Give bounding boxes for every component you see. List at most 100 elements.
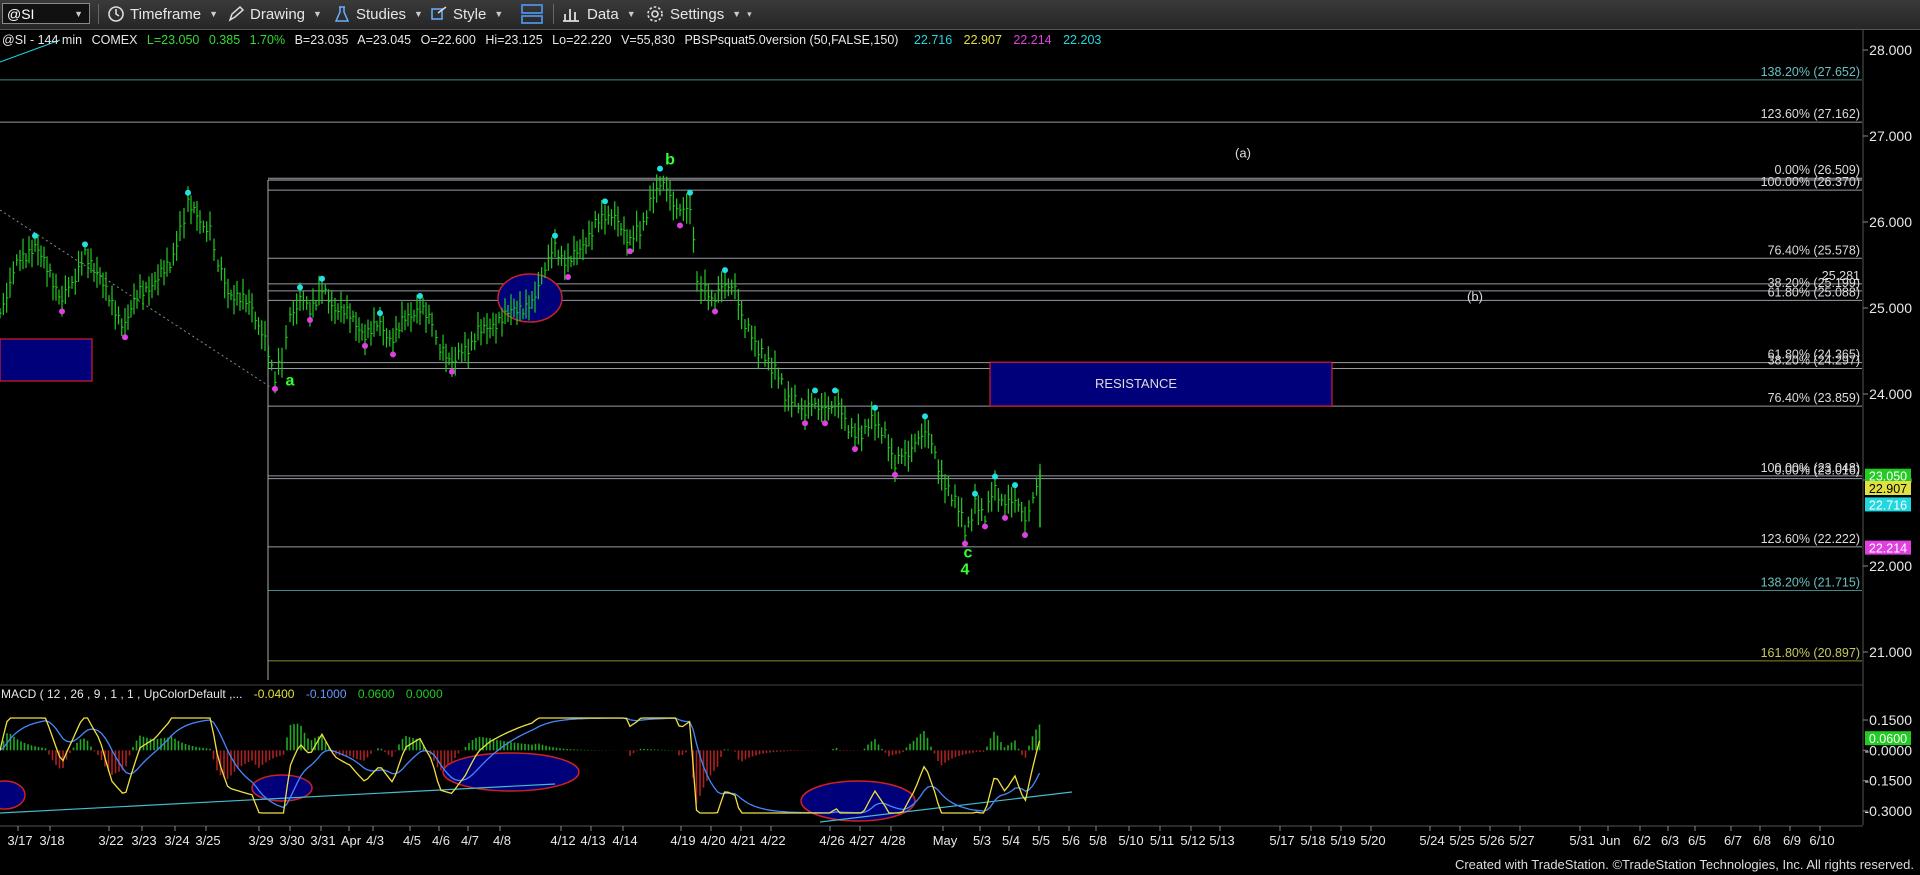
time-axis-label: 3/24: [164, 833, 189, 848]
symbol-value: @SI: [7, 6, 35, 22]
swing-low-dot: [307, 317, 313, 324]
timeframe-label: Timeframe: [130, 5, 202, 23]
fib-level-label: 61.80% (25.088): [1768, 285, 1860, 299]
time-axis-label: 4/6: [432, 833, 450, 848]
time-axis-label: 6/10: [1809, 833, 1834, 848]
clock-icon: [108, 6, 124, 22]
settings-button[interactable]: Settings ▼ ▾: [645, 3, 752, 25]
time-axis-label: 3/25: [195, 833, 220, 848]
macd-name: MACD ( 12 , 26 , 9 , 1 , 1 , UpColorDefa…: [1, 687, 242, 701]
chevron-down-icon: ▼: [732, 9, 742, 19]
time-axis-label: 4/14: [612, 833, 637, 848]
time-axis-label: 6/5: [1688, 833, 1706, 848]
fib-level-label: 76.40% (25.578): [1768, 243, 1860, 257]
price-axis-label: 28.000: [1869, 42, 1912, 58]
swing-low-dot: [59, 308, 65, 315]
support-zone-box: [0, 338, 93, 382]
price-axis-label: 25.000: [1869, 300, 1912, 316]
swing-high-dot: [657, 165, 663, 172]
chevron-down-icon: ▼: [209, 9, 219, 19]
bar-chart-icon: [563, 9, 579, 22]
legend-bid: B=23.035: [295, 33, 349, 47]
time-axis-label: 4/5: [403, 833, 421, 848]
legend-exchange: COMEX: [92, 33, 139, 47]
time-axis-label: 4/22: [760, 833, 785, 848]
symbol-input[interactable]: @SI ▼: [2, 3, 90, 24]
swing-low-dot: [1022, 532, 1028, 539]
swing-high-dot: [872, 404, 878, 411]
swing-high-dot: [972, 490, 978, 497]
swing-low-dot: [122, 334, 128, 341]
layout-icon: [521, 4, 543, 24]
time-axis-label: 5/31: [1569, 833, 1594, 848]
time-axis-label: 4/7: [461, 833, 479, 848]
swing-high-dot: [552, 232, 558, 239]
price-chart[interactable]: 138.20% (27.652) 123.60% (27.162) 0.00% (2…: [0, 30, 1920, 856]
time-axis-label: 6/9: [1783, 833, 1801, 848]
macd-badge-label: 0.0600: [1869, 732, 1907, 746]
chart-legend: @SI - 144 min COMEX L=23.050 0.385 1.70%…: [2, 33, 1101, 47]
timeframe-button[interactable]: Timeframe ▼: [107, 3, 218, 25]
swing-high-dot: [812, 387, 818, 394]
time-axis-label: May: [933, 833, 958, 848]
swing-low-dot: [449, 368, 455, 375]
macd-legend: MACD ( 12 , 26 , 9 , 1 , 1 , UpColorDefa…: [1, 687, 443, 701]
time-axis-label: 5/24: [1419, 833, 1444, 848]
swing-high-dot: [922, 413, 928, 420]
resistance-label: RESISTANCE: [1095, 376, 1177, 391]
price-axis: 28.00027.00026.00025.00024.00023.00022.0…: [1863, 42, 1912, 660]
swing-low-dot: [677, 222, 683, 229]
gear-icon: [647, 6, 663, 22]
toolbar-divider: [553, 4, 554, 24]
drawing-button[interactable]: Drawing ▼: [227, 3, 322, 25]
style-button[interactable]: Style ▼: [430, 3, 503, 25]
time-axis-label: 3/31: [310, 833, 335, 848]
macd-ellipse: [442, 752, 580, 792]
swing-high-dot: [32, 232, 38, 239]
toolbar-divider: [98, 4, 99, 24]
macd-value-4: 0.0000: [406, 687, 443, 701]
data-button[interactable]: Data ▼: [562, 3, 636, 25]
macd-axis-label: -0.1500: [1865, 773, 1913, 789]
fib-level-label: 138.20% (21.715): [1761, 576, 1860, 590]
time-axis-label: 5/5: [1032, 833, 1050, 848]
legend-study-value-1: 22.716: [914, 33, 952, 47]
layout-button[interactable]: [520, 3, 549, 25]
fib-level-label: 161.80% (20.897): [1761, 646, 1860, 660]
time-axis-label: 5/3: [973, 833, 991, 848]
fibonacci-levels: 138.20% (27.652) 123.60% (27.162) 0.00% (2…: [0, 65, 1862, 662]
price-badge-label: 22.214: [1869, 542, 1907, 556]
wave-label: b: [665, 151, 675, 168]
macd-ellipse: [800, 780, 916, 822]
time-axis-label: 3/29: [248, 833, 273, 848]
price-badge-label: 22.907: [1869, 482, 1907, 496]
legend-study: PBSPsquat5.0version (50,FALSE,150): [684, 33, 898, 47]
macd-value-1: -0.0400: [254, 687, 295, 701]
chevron-down-icon: ▼: [626, 9, 636, 19]
time-axis-label: 5/11: [1150, 833, 1174, 848]
swing-high-dot: [319, 275, 325, 282]
time-axis-label: 3/30: [279, 833, 304, 848]
swing-low-dot: [362, 342, 368, 349]
time-axis-label: 4/28: [880, 833, 905, 848]
fib-level-label: 0.00% (23.016): [1775, 464, 1860, 478]
swing-high-dot: [602, 198, 608, 205]
time-axis-label: 4/27: [849, 833, 874, 848]
legend-pct: 1.70%: [250, 33, 285, 47]
time-axis-label: 5/4: [1002, 833, 1020, 848]
price-axis-label: 24.000: [1869, 386, 1912, 402]
legend-high: Hi=23.125: [485, 33, 542, 47]
legend-ask: A=23.045: [357, 33, 411, 47]
swing-high-dot: [297, 284, 303, 291]
legend-change: 0.385: [209, 33, 240, 47]
time-axis-label: 5/12: [1180, 833, 1205, 848]
wave-label: 4: [961, 562, 970, 579]
time-axis-label: 4/26: [819, 833, 844, 848]
legend-volume: V=55,830: [621, 33, 675, 47]
price-axis-label: 26.000: [1869, 214, 1912, 230]
time-axis-label: 4/13: [580, 833, 605, 848]
swing-low-dot: [565, 274, 571, 281]
studies-button[interactable]: Studies ▼: [333, 3, 423, 25]
swing-high-dot: [417, 292, 423, 299]
swing-low-dot: [892, 471, 898, 478]
